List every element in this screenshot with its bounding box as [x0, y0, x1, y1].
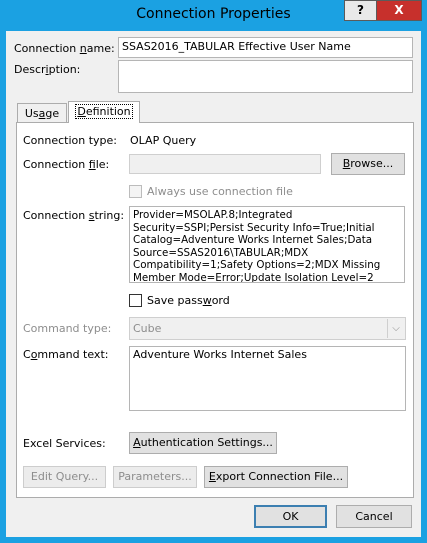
- ok-button[interactable]: OK: [254, 505, 327, 528]
- definition-panel: Connection type: OLAP Query Connection f…: [16, 122, 414, 498]
- authentication-settings-button[interactable]: Authentication Settings...: [129, 432, 277, 454]
- label-part: Descr: [14, 63, 46, 76]
- description-input[interactable]: [118, 60, 413, 93]
- tab-label-part: ge: [45, 107, 60, 120]
- access-key: D: [77, 105, 86, 118]
- edit-query-button[interactable]: Edit Query...: [23, 466, 106, 488]
- export-connection-file-button[interactable]: Export Connection File...: [204, 466, 348, 488]
- excel-services-label: Excel Services:: [23, 437, 106, 450]
- connection-file-label: Connection file:: [23, 158, 109, 171]
- tab-label-part: Us: [24, 107, 39, 120]
- tab-usage[interactable]: Usage: [17, 103, 67, 122]
- label-part: tring:: [94, 209, 125, 222]
- connection-name-label: Connection name:: [14, 42, 115, 55]
- tab-definition[interactable]: Definition: [68, 101, 140, 123]
- command-text-label: Command text:: [23, 348, 108, 361]
- command-text-input[interactable]: Adventure Works Internet Sales: [129, 346, 406, 411]
- command-type-selected-value: Cube: [133, 322, 162, 335]
- label-part: Connection: [23, 209, 89, 222]
- always-use-connection-file-checkbox[interactable]: [129, 185, 142, 198]
- parameters-button[interactable]: Parameters...: [113, 466, 197, 488]
- command-type-select[interactable]: Cube ⌵: [129, 317, 406, 340]
- access-key: A: [133, 436, 141, 449]
- access-key: w: [202, 294, 212, 307]
- connection-file-input[interactable]: [129, 154, 321, 174]
- label-part: Save pass: [147, 294, 203, 307]
- label-part: ption:: [48, 63, 81, 76]
- connection-type-label: Connection type:: [23, 134, 118, 147]
- connection-type-value: OLAP Query: [130, 134, 197, 147]
- tab-label-part: efinition: [85, 105, 131, 118]
- connection-string-label: Connection string:: [23, 209, 124, 222]
- tab-focus-ring: Definition: [75, 104, 133, 119]
- button-label-part: rowse...: [350, 157, 394, 170]
- always-use-connection-file-label: Always use connection file: [147, 185, 293, 198]
- save-password-label: Save password: [147, 294, 230, 307]
- description-label: Description:: [14, 63, 80, 76]
- label-part: ile:: [95, 158, 110, 171]
- help-button[interactable]: ?: [344, 0, 377, 21]
- title-bar[interactable]: Connection Properties ? X: [0, 0, 427, 31]
- label-part: Connection: [14, 42, 80, 55]
- connection-string-input[interactable]: Provider=MSOLAP.8;Integrated Security=SS…: [129, 206, 405, 283]
- connection-properties-window: Connection Properties ? X Connection nam…: [0, 0, 427, 543]
- command-type-label: Command type:: [23, 322, 112, 335]
- cancel-button[interactable]: Cancel: [336, 505, 412, 528]
- connection-name-input[interactable]: SSAS2016_TABULAR Effective User Name: [118, 37, 413, 58]
- access-key: n: [79, 42, 87, 55]
- button-label-part: xport Connection File...: [215, 470, 344, 483]
- dialog-client-area: Connection name: SSAS2016_TABULAR Effect…: [6, 31, 421, 537]
- save-password-checkbox[interactable]: [129, 294, 142, 307]
- close-button[interactable]: X: [376, 0, 422, 21]
- access-key: E: [208, 470, 216, 483]
- chevron-down-icon: ⌵: [387, 319, 404, 338]
- label-part: ord: [211, 294, 230, 307]
- access-key: f: [88, 158, 96, 171]
- browse-button[interactable]: Browse...: [331, 153, 405, 175]
- label-part: Connection: [23, 158, 89, 171]
- label-part: mmand text:: [37, 348, 109, 361]
- label-part: C: [23, 348, 31, 361]
- button-label-part: uthentication Settings...: [140, 436, 273, 449]
- label-part: ame:: [86, 42, 115, 55]
